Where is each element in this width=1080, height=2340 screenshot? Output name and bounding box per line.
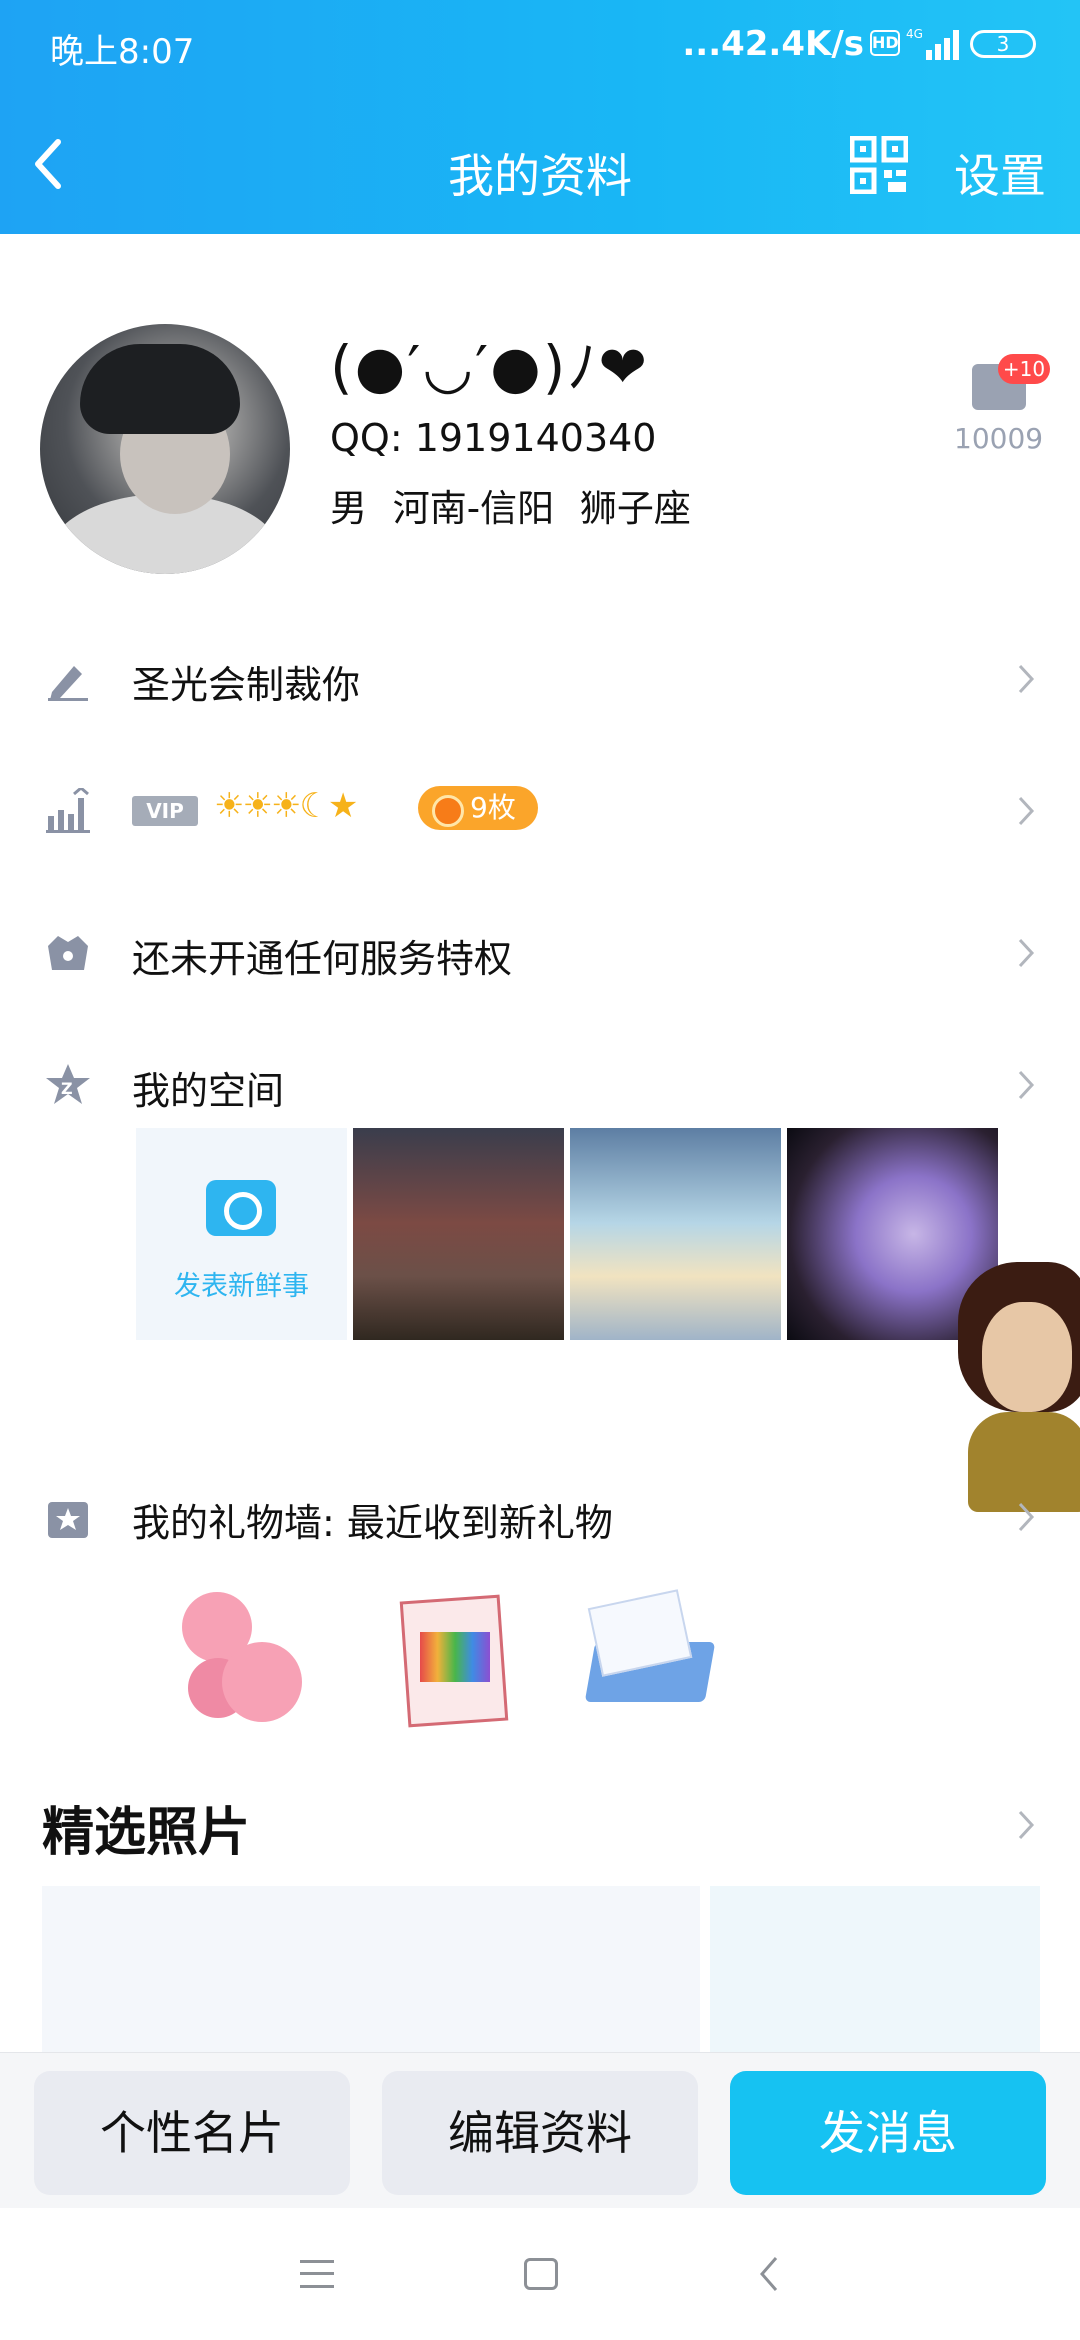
profile-card: (●′◡′●)ﾉ❤ QQ: 1919140340 男 河南-信阳 狮子座 +10… [0, 234, 1080, 594]
nickname: (●′◡′●)ﾉ❤ [330, 333, 650, 401]
battery-icon: 3 [970, 30, 1036, 58]
featured-photos-title: 精选照片 [42, 1803, 251, 1863]
signal-icon: 4G [906, 27, 959, 60]
recent-apps-icon[interactable] [300, 2260, 334, 2288]
chevron-right-icon [1018, 796, 1035, 826]
gift-icon [48, 1502, 88, 1538]
qr-code-icon[interactable] [850, 136, 908, 194]
like-increment-badge: +10 [998, 354, 1050, 384]
home-icon[interactable] [524, 2258, 558, 2290]
network-speed: ...42.4K/s [682, 24, 864, 64]
medal-count-badge[interactable]: 9枚 [418, 786, 538, 830]
settings-button[interactable]: 设置 [954, 140, 1046, 206]
featured-photo-2[interactable] [710, 1886, 1040, 2052]
system-nav-bar [0, 2208, 1080, 2340]
system-back-icon[interactable] [750, 2254, 790, 2294]
pencil-icon [48, 666, 88, 701]
signal-label: 4G [906, 27, 923, 41]
vip-badge: VIP [132, 796, 198, 826]
chevron-right-icon [1018, 664, 1035, 694]
services-text: 还未开通任何服务特权 [132, 937, 513, 981]
gift-wall-label: 我的礼物墙: 最近收到新礼物 [132, 1501, 613, 1545]
signature-row[interactable]: 圣光会制裁你 [0, 628, 1080, 728]
gift-birthday-card[interactable] [380, 1582, 530, 1732]
services-row[interactable]: 还未开通任何服务特权 [0, 902, 1080, 1002]
featured-photo-1[interactable] [42, 1886, 700, 2052]
qq-level-icons: ☀☀☀☾★ [214, 786, 358, 826]
status-time: 晚上8:07 [50, 32, 195, 72]
status-bar: 晚上8:07 ...42.4K/s HD 4G 3 [0, 0, 1080, 92]
qzone-photo-1[interactable] [353, 1128, 564, 1340]
gift-cherry-blossom[interactable] [162, 1582, 312, 1732]
nav-bar: 我的资料 设置 [0, 110, 1080, 220]
chevron-right-icon [1018, 1502, 1035, 1532]
hd-icon: HD [870, 30, 900, 56]
gift-wall-row[interactable]: 我的礼物墙: 最近收到新礼物 [0, 1466, 1080, 1566]
crown-icon [48, 936, 88, 970]
qzone-label: 我的空间 [132, 1069, 285, 1113]
camera-icon [206, 1180, 276, 1236]
chevron-right-icon [1018, 1070, 1035, 1100]
post-new-feed-label: 发表新鲜事 [174, 1271, 309, 1302]
gift-birthday-box[interactable] [572, 1582, 722, 1732]
svg-text:Z: Z [61, 1079, 73, 1098]
post-new-feed-button[interactable]: 发表新鲜事 [136, 1128, 347, 1340]
qzone-star-icon: Z [46, 1064, 90, 1104]
personal-card-button[interactable]: 个性名片 [34, 2071, 350, 2195]
signature-text: 圣光会制裁你 [132, 663, 361, 707]
level-chart-icon [46, 788, 90, 833]
qzone-photo-2[interactable] [570, 1128, 781, 1340]
qzone-thumbnails: 发表新鲜事 [136, 1128, 998, 1340]
like-button[interactable]: +10 10009 [954, 334, 1054, 455]
edit-profile-button[interactable]: 编辑资料 [382, 2071, 698, 2195]
chevron-right-icon [1018, 938, 1035, 968]
featured-photos-strip [42, 1886, 1040, 2052]
like-count: 10009 [954, 422, 1044, 455]
chevron-right-icon[interactable] [1016, 1808, 1036, 1842]
vip-level-row[interactable]: VIP ☀☀☀☾★ 9枚 [0, 760, 1080, 860]
send-message-button[interactable]: 发消息 [730, 2071, 1046, 2195]
bottom-action-bar: 个性名片 编辑资料 发消息 [0, 2052, 1080, 2208]
avatar[interactable] [40, 324, 290, 574]
qq-number: QQ: 1919140340 [330, 416, 657, 460]
profile-details: 男 河南-信阳 狮子座 [330, 487, 691, 530]
page-title: 我的资料 [448, 149, 632, 203]
qzone-row[interactable]: Z 我的空间 [0, 1034, 1080, 1134]
header-bar: 晚上8:07 ...42.4K/s HD 4G 3 我的资料 设置 [0, 0, 1080, 234]
